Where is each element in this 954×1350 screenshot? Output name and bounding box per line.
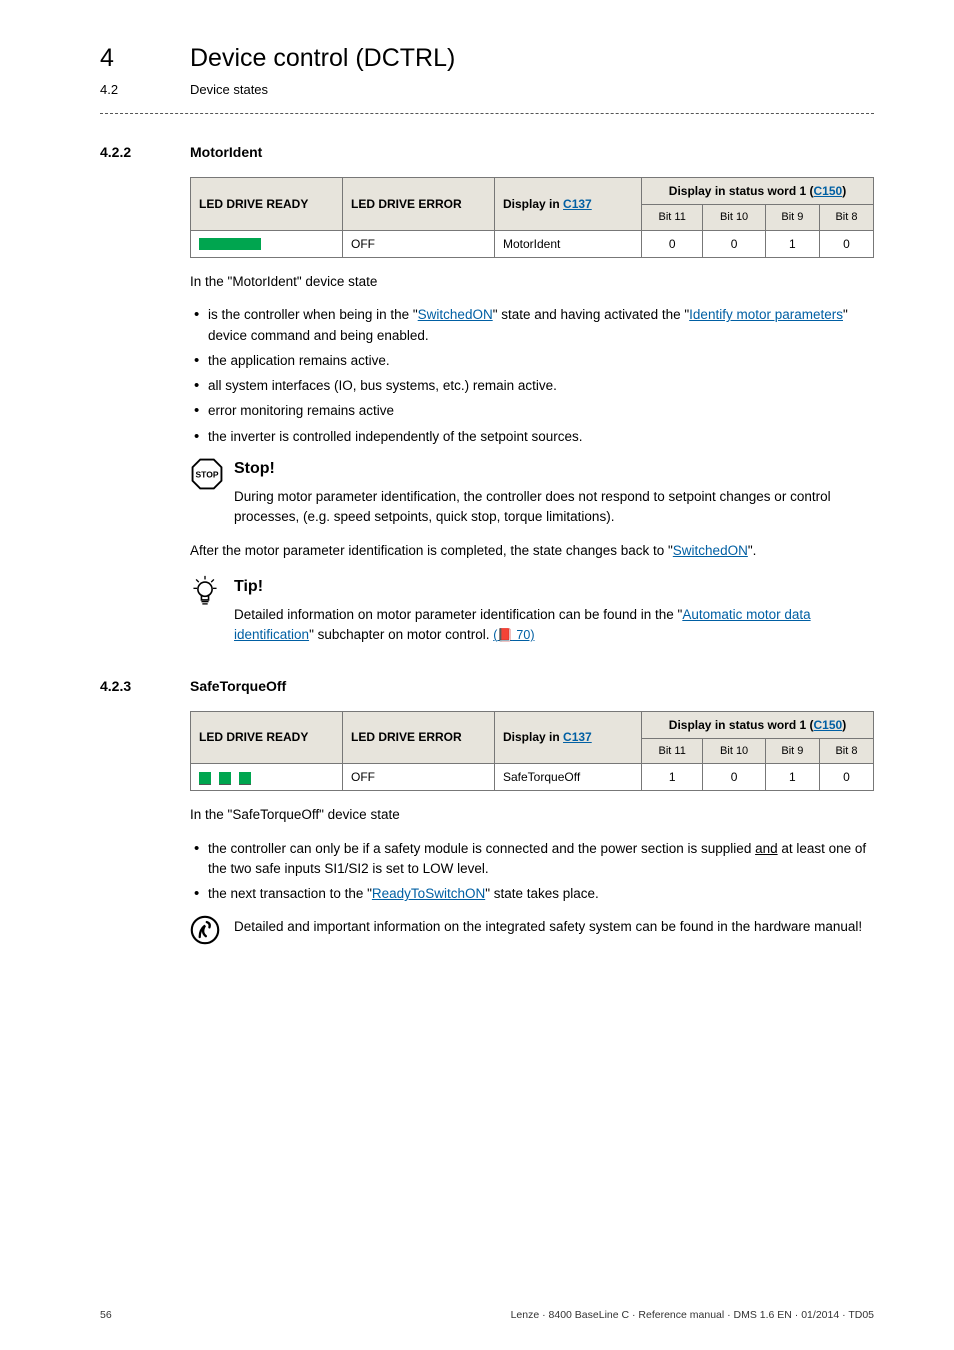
th-statusword-close: ) xyxy=(842,718,846,732)
td-bit10: 0 xyxy=(703,764,766,791)
list-item: all system interfaces (IO, bus systems, … xyxy=(208,376,874,396)
link-c150[interactable]: C150 xyxy=(814,718,843,732)
status-table-423: LED DRIVE READY LED DRIVE ERROR Display … xyxy=(190,711,874,792)
section-number: 4.2 xyxy=(100,80,190,100)
td-bit8: 0 xyxy=(819,230,873,257)
svg-text:STOP: STOP xyxy=(196,469,219,479)
stop-title: Stop! xyxy=(234,457,874,481)
text: After the motor parameter identification… xyxy=(190,543,673,558)
info-body: Detailed and important information on th… xyxy=(234,917,874,937)
tip-icon xyxy=(190,575,234,613)
text: the controller can only be if a safety m… xyxy=(208,841,755,856)
text: ". xyxy=(748,543,757,558)
status-table-422: LED DRIVE READY LED DRIVE ERROR Display … xyxy=(190,177,874,258)
subsection-title: SafeTorqueOff xyxy=(190,676,286,697)
th-bit8: Bit 8 xyxy=(819,738,873,764)
list-item: error monitoring remains active xyxy=(208,401,874,421)
chapter-number: 4 xyxy=(100,40,190,78)
link-readytoswitchon[interactable]: ReadyToSwitchON xyxy=(372,886,485,901)
led-solid-icon xyxy=(199,238,261,250)
bullets-422: is the controller when being in the "Swi… xyxy=(190,305,874,447)
stop-callout: STOP Stop! During motor parameter identi… xyxy=(190,457,874,528)
th-statusword-close: ) xyxy=(842,184,846,198)
info-callout: Detailed and important information on th… xyxy=(190,915,874,951)
th-bit9: Bit 9 xyxy=(765,205,819,231)
th-statusword-text: Display in status word 1 ( xyxy=(669,718,814,732)
td-led-ready xyxy=(191,230,343,257)
stop-icon: STOP xyxy=(190,457,234,497)
link-c150[interactable]: C150 xyxy=(814,184,843,198)
intro-423: In the "SafeTorqueOff" device state xyxy=(190,805,874,825)
link-switchedon-2[interactable]: SwitchedON xyxy=(673,543,748,558)
th-bit8: Bit 8 xyxy=(819,205,873,231)
th-led-error: LED DRIVE ERROR xyxy=(343,711,495,764)
text: " state and having activated the " xyxy=(493,307,689,322)
stop-body: During motor parameter identification, t… xyxy=(234,487,874,528)
td-display: MotorIdent xyxy=(495,230,642,257)
th-display: Display in C137 xyxy=(495,711,642,764)
info-icon xyxy=(190,915,234,951)
link-switchedon[interactable]: SwitchedON xyxy=(418,307,493,322)
th-bit9: Bit 9 xyxy=(765,738,819,764)
text: the next transaction to the " xyxy=(208,886,372,901)
th-bit11: Bit 11 xyxy=(642,205,703,231)
separator xyxy=(100,113,874,114)
subsection-title: MotorIdent xyxy=(190,142,262,163)
intro-422: In the "MotorIdent" device state xyxy=(190,272,874,292)
list-item: the inverter is controlled independently… xyxy=(208,427,874,447)
page-number: 56 xyxy=(100,1308,112,1324)
text: is the controller when being in the " xyxy=(208,307,418,322)
bullets-423: the controller can only be if a safety m… xyxy=(190,839,874,905)
th-bit10: Bit 10 xyxy=(703,738,766,764)
td-led-error: OFF xyxy=(343,764,495,791)
th-bit11: Bit 11 xyxy=(642,738,703,764)
td-bit9: 1 xyxy=(765,764,819,791)
list-item: the controller can only be if a safety m… xyxy=(208,839,874,880)
td-bit11: 0 xyxy=(642,230,703,257)
led-blink-icon xyxy=(199,772,261,786)
td-display: SafeTorqueOff xyxy=(495,764,642,791)
list-item: is the controller when being in the "Swi… xyxy=(208,305,874,346)
list-item: the application remains active. xyxy=(208,351,874,371)
list-item: the next transaction to the "ReadyToSwit… xyxy=(208,884,874,904)
after-text: After the motor parameter identification… xyxy=(190,541,874,561)
td-led-ready xyxy=(191,764,343,791)
td-bit10: 0 xyxy=(703,230,766,257)
tip-body: Detailed information on motor parameter … xyxy=(234,605,874,646)
th-led-error: LED DRIVE ERROR xyxy=(343,178,495,231)
chapter-title: Device control (DCTRL) xyxy=(190,40,455,78)
page-ref[interactable]: (📕 70) xyxy=(493,628,534,642)
td-led-error: OFF xyxy=(343,230,495,257)
footer-meta: Lenze · 8400 BaseLine C · Reference manu… xyxy=(511,1308,874,1324)
text: Detailed information on motor parameter … xyxy=(234,607,682,622)
th-led-ready: LED DRIVE READY xyxy=(191,178,343,231)
section-title: Device states xyxy=(190,80,268,100)
th-led-ready: LED DRIVE READY xyxy=(191,711,343,764)
th-display: Display in C137 xyxy=(495,178,642,231)
link-c137[interactable]: C137 xyxy=(563,730,592,744)
subsection-number: 4.2.3 xyxy=(100,676,190,697)
th-display-text: Display in xyxy=(503,197,563,211)
td-bit8: 0 xyxy=(819,764,873,791)
th-statusword: Display in status word 1 (C150) xyxy=(642,178,874,205)
link-c137[interactable]: C137 xyxy=(563,197,592,211)
th-statusword: Display in status word 1 (C150) xyxy=(642,711,874,738)
link-identify-motor[interactable]: Identify motor parameters xyxy=(689,307,843,322)
th-display-text: Display in xyxy=(503,730,563,744)
text: " subchapter on motor control. xyxy=(309,627,493,642)
tip-callout: Tip! Detailed information on motor param… xyxy=(190,575,874,646)
td-bit9: 1 xyxy=(765,230,819,257)
text: " state takes place. xyxy=(485,886,599,901)
text-underline: and xyxy=(755,841,778,856)
subsection-number: 4.2.2 xyxy=(100,142,190,163)
tip-title: Tip! xyxy=(234,575,874,599)
td-bit11: 1 xyxy=(642,764,703,791)
th-bit10: Bit 10 xyxy=(703,205,766,231)
th-statusword-text: Display in status word 1 ( xyxy=(669,184,814,198)
